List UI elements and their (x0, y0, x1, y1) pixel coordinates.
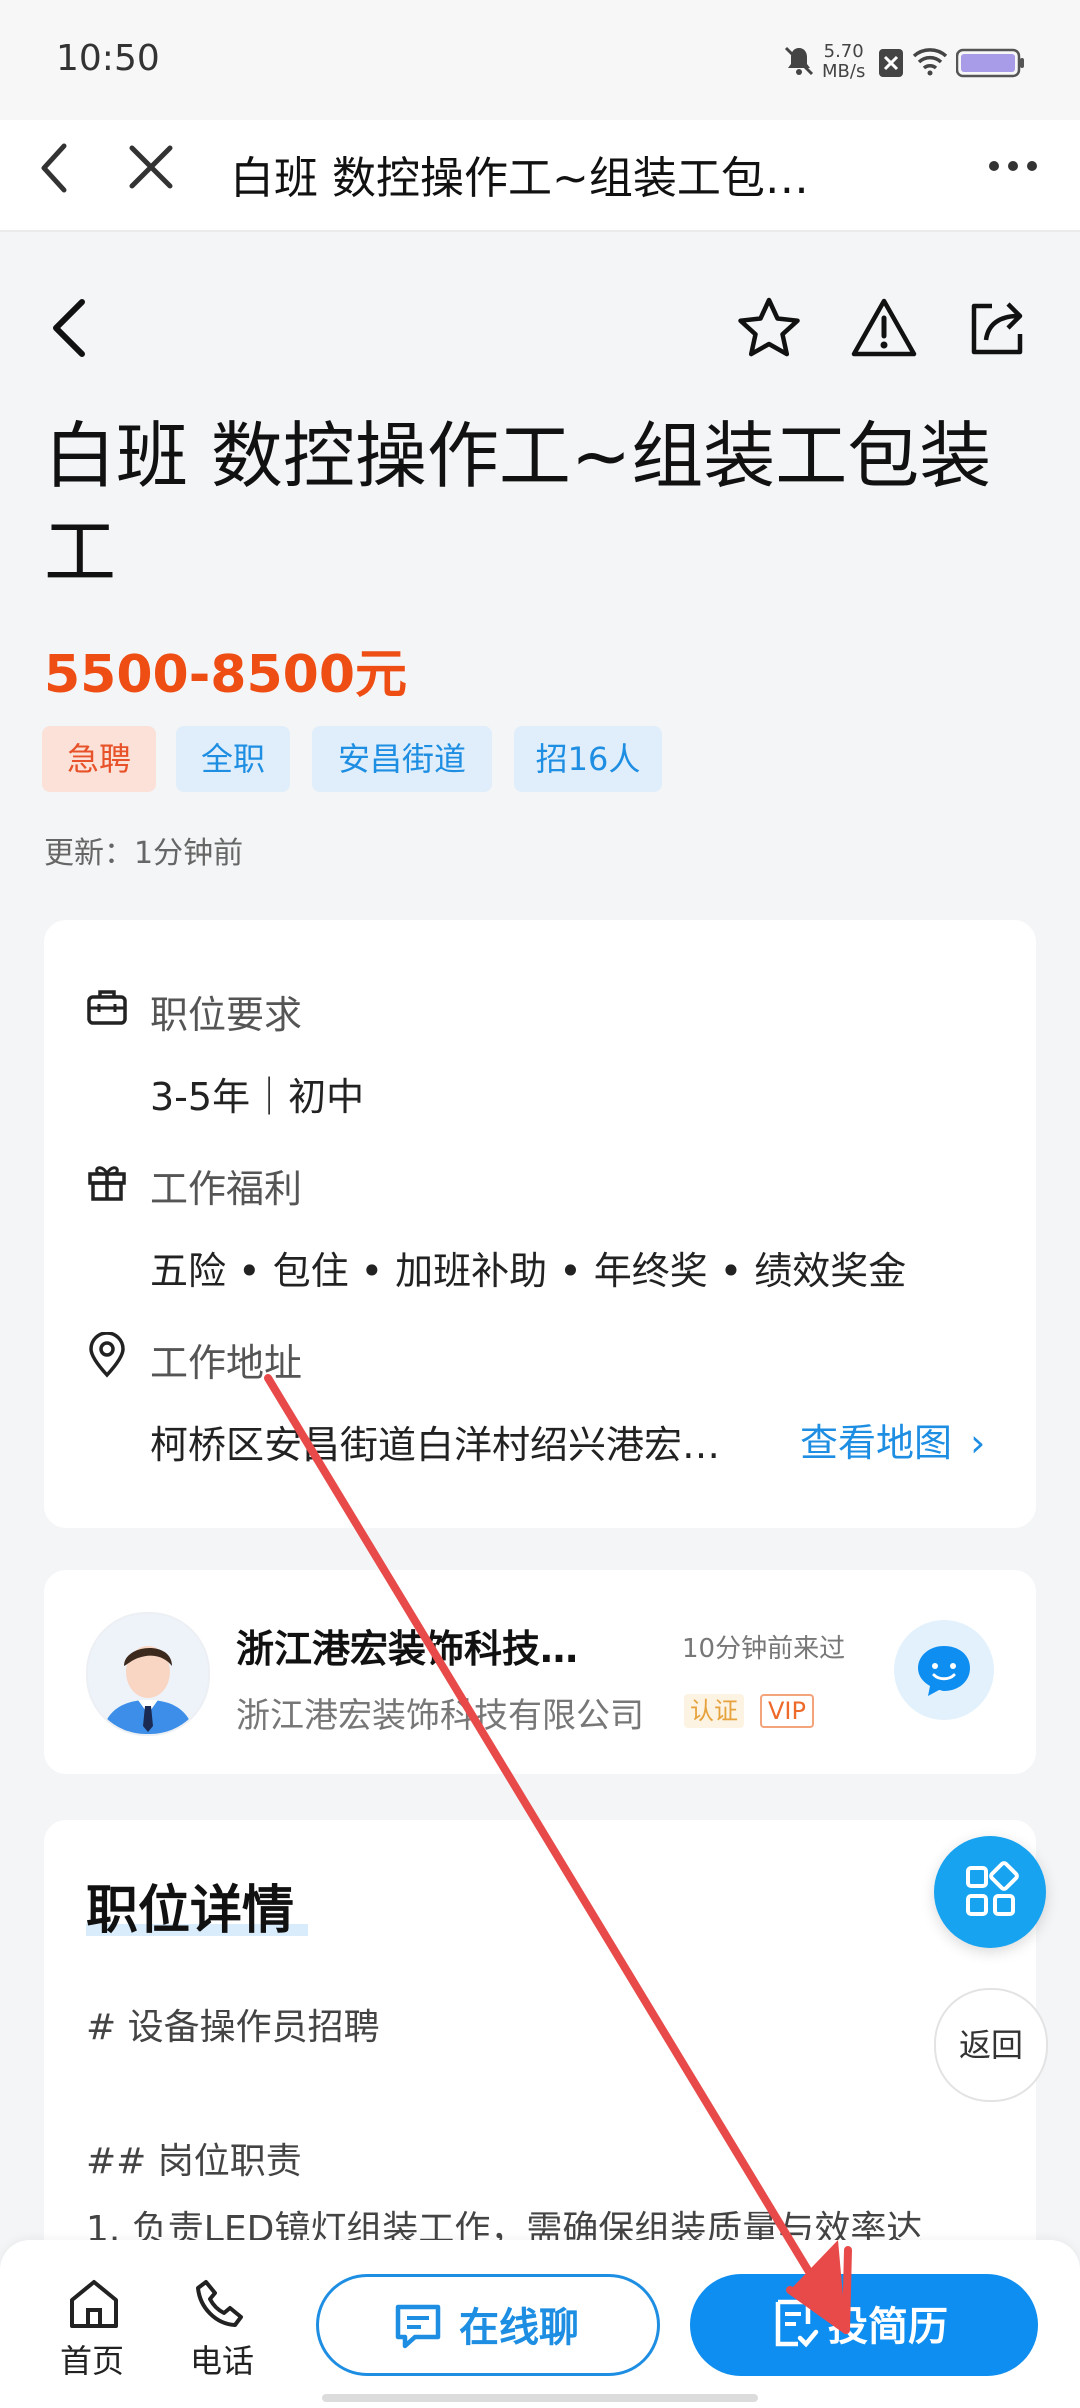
chat-bubble-icon (918, 1646, 970, 1696)
address-value: 柯桥区安昌街道白洋村绍兴港宏… (150, 1423, 721, 1467)
home-label[interactable]: 首页 (60, 2336, 124, 2382)
battery-icon (956, 48, 1024, 78)
details-title: 职位详情 (86, 1881, 295, 1941)
mute-icon (784, 46, 814, 76)
tag-urgent: 急聘 (42, 726, 156, 792)
details-line: # 设备操作员招聘 (86, 2007, 380, 2048)
phone-icon[interactable] (194, 2278, 246, 2330)
net-speed: 5.70 MB/s (822, 42, 865, 82)
home-indicator (322, 2394, 758, 2402)
person-avatar-icon (88, 1614, 208, 1734)
recruiter-visit-time: 10分钟前来过 (682, 1634, 846, 1664)
floating-back-button[interactable]: 返回 (934, 1988, 1048, 2102)
company-full-name: 浙江港宏装饰科技有限公司 (236, 1696, 644, 1736)
address-title: 工作地址 (150, 1341, 303, 1385)
grid-icon (966, 1861, 1019, 1916)
tag-fulltime: 全职 (176, 726, 290, 792)
job-title: 白班 数控操作工~组装工包装工 (44, 414, 992, 594)
browser-title: 白班 数控操作工~组装工包… (230, 153, 809, 204)
online-chat-button[interactable]: 在线聊 (316, 2274, 660, 2376)
requirements-value: 3-5年｜初中 (150, 1075, 365, 1119)
star-icon[interactable] (736, 296, 802, 360)
sim-off-icon (879, 49, 903, 77)
close-icon[interactable] (126, 142, 176, 192)
avatar[interactable] (86, 1612, 210, 1736)
page-back-icon[interactable] (46, 296, 92, 360)
more-icon[interactable] (986, 158, 1040, 174)
message-icon (395, 2304, 441, 2349)
details-line: ## 岗位职责 (86, 2141, 302, 2182)
apps-grid-button[interactable] (934, 1836, 1046, 1948)
share-icon[interactable] (964, 296, 1028, 360)
submit-resume-label: 投简历 (828, 2304, 948, 2350)
update-time: 更新：1分钟前 (44, 836, 244, 871)
wifi-icon (912, 48, 948, 76)
briefcase-icon (87, 990, 127, 1025)
submit-resume-button[interactable]: 投简历 (690, 2274, 1038, 2376)
view-map-link[interactable]: 查看地图 › (800, 1412, 985, 1467)
back-icon[interactable] (34, 140, 74, 196)
warning-icon[interactable] (850, 296, 918, 360)
location-icon (89, 1332, 125, 1378)
online-chat-label: 在线聊 (459, 2305, 579, 2351)
benefits-title: 工作福利 (150, 1167, 303, 1211)
status-time: 10:50 (56, 38, 160, 79)
benefits-value: 五险 • 包住 • 加班补助 • 年终奖 • 绩效奖金 (150, 1249, 907, 1293)
verified-badge: 认证 (684, 1694, 744, 1728)
net-speed-value: 5.70 (823, 41, 864, 62)
home-icon[interactable] (66, 2278, 122, 2330)
tag-location: 安昌街道 (312, 726, 492, 792)
resume-icon (775, 2299, 819, 2348)
phone-label[interactable]: 电话 (190, 2336, 254, 2382)
view-map-label: 查看地图 (800, 1421, 953, 1465)
tag-headcount: 招16人 (514, 726, 662, 792)
net-speed-unit: MB/s (822, 61, 866, 82)
requirements-title: 职位要求 (150, 993, 303, 1037)
company-short-name: 浙江港宏装饰科技… (236, 1627, 579, 1671)
vip-badge: VIP (760, 1694, 814, 1728)
gift-icon (88, 1166, 126, 1201)
salary: 5500-8500元 (44, 645, 408, 705)
chat-recruiter-button[interactable] (894, 1620, 994, 1720)
chevron-right-icon: › (970, 1421, 986, 1465)
